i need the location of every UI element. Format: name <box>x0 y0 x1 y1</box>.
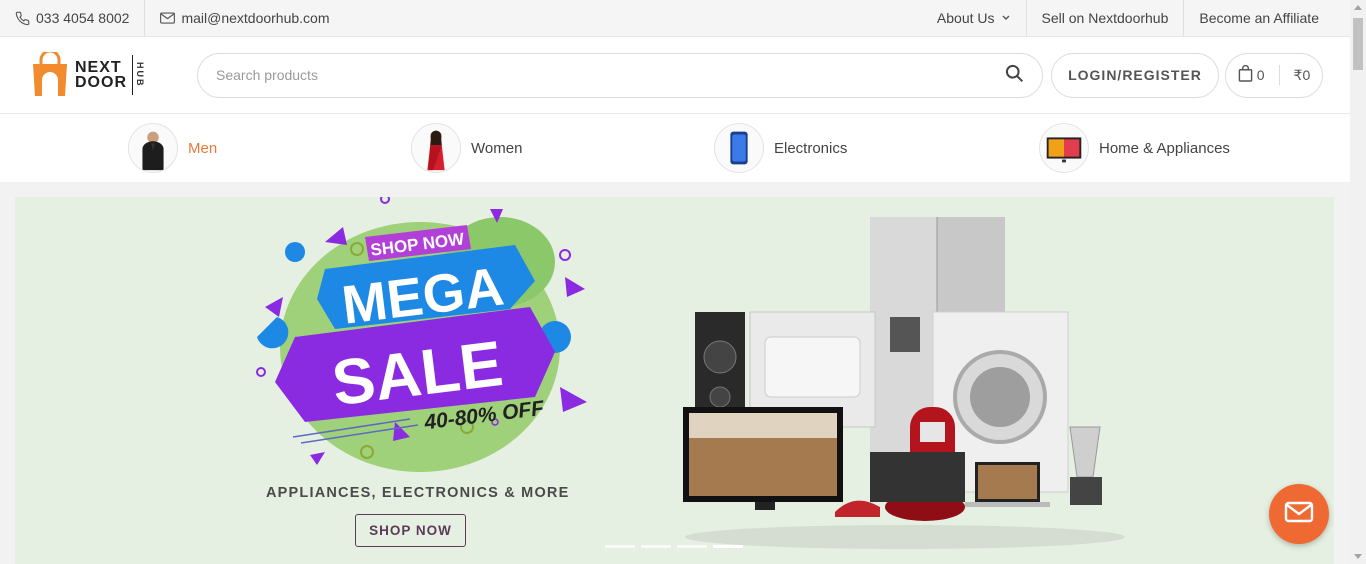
logo-line-next: NEXT <box>75 59 122 76</box>
hero-banner[interactable]: SHOP NOW MEGA SALE 40-80% OFF APPLIANCES… <box>15 197 1334 564</box>
banner-tagline: APPLIANCES, ELECTRONICS & MORE <box>266 485 570 501</box>
slider-dots <box>605 545 743 548</box>
login-register-button[interactable]: LOGIN/REGISTER <box>1051 52 1219 98</box>
logo-hub: HUB <box>132 55 145 95</box>
category-label: Home & Appliances <box>1099 139 1230 157</box>
scrollbar-thumb[interactable] <box>1353 18 1363 70</box>
logo-wordmark: NEXT DOOR <box>75 59 127 91</box>
main-header: NEXT DOOR HUB LOGIN/REGISTER 0 <box>0 37 1350 114</box>
scroll-down-arrow[interactable] <box>1354 554 1362 559</box>
chevron-down-icon <box>1001 14 1011 22</box>
slider-dot[interactable] <box>641 545 671 548</box>
phone-icon <box>15 11 30 26</box>
hero-section: SHOP NOW MEGA SALE 40-80% OFF APPLIANCES… <box>0 182 1350 564</box>
cart-count: 0 <box>1256 67 1265 83</box>
sell-link[interactable]: Sell on Nextdoorhub <box>1027 0 1185 36</box>
category-bar: Men Women Electronics Home & Appliances <box>0 114 1350 182</box>
mail-icon <box>1284 501 1314 528</box>
category-label: Men <box>188 139 218 157</box>
slider-dot[interactable] <box>605 545 635 548</box>
cart-total: ₹0 <box>1293 66 1311 83</box>
category-men[interactable]: Men <box>128 123 217 173</box>
page: 033 4054 8002 mail@nextdoorhub.com About… <box>0 0 1350 564</box>
scroll-up-arrow[interactable] <box>1354 5 1362 10</box>
tv-thumbnail <box>1039 123 1089 173</box>
chat-button[interactable] <box>1269 484 1329 544</box>
affiliate-link[interactable]: Become an Affiliate <box>1184 0 1350 36</box>
about-us-label: About Us <box>936 10 995 26</box>
men-thumbnail <box>128 123 178 173</box>
logo-line-door: DOOR <box>75 74 127 91</box>
top-bar: 033 4054 8002 mail@nextdoorhub.com About… <box>0 0 1350 37</box>
logo-bag-icon <box>33 52 67 96</box>
category-electronics[interactable]: Electronics <box>714 123 847 173</box>
cart-button[interactable]: 0 ₹0 <box>1225 52 1323 98</box>
about-us-menu[interactable]: About Us <box>922 0 1027 36</box>
phone-number: 033 4054 8002 <box>36 10 130 26</box>
site-logo[interactable]: NEXT DOOR HUB <box>31 52 181 98</box>
shopping-bag-icon <box>1238 64 1253 85</box>
phone-contact[interactable]: 033 4054 8002 <box>0 0 146 36</box>
email-contact[interactable]: mail@nextdoorhub.com <box>145 0 344 36</box>
category-home-appliances[interactable]: Home & Appliances <box>1039 123 1230 173</box>
page-scrollbar[interactable] <box>1350 0 1366 564</box>
women-thumbnail <box>411 123 461 173</box>
slider-dot[interactable] <box>677 545 707 548</box>
shop-now-button[interactable]: SHOP NOW <box>355 514 466 547</box>
category-women[interactable]: Women <box>411 123 522 173</box>
slider-dot-active[interactable] <box>713 545 743 548</box>
affiliate-label: Become an Affiliate <box>1199 10 1319 26</box>
phone-thumbnail <box>714 123 764 173</box>
search-icon[interactable] <box>1004 63 1024 88</box>
category-label: Women <box>471 139 523 157</box>
search-bar <box>197 52 1043 98</box>
mega-sale-graphic: SHOP NOW MEGA SALE 40-80% OFF <box>256 197 587 472</box>
email-address: mail@nextdoorhub.com <box>181 10 330 26</box>
cart-divider <box>1278 65 1280 85</box>
search-input[interactable] <box>216 67 976 83</box>
sell-label: Sell on Nextdoorhub <box>1041 10 1169 26</box>
mail-icon <box>160 12 176 24</box>
appliances-image <box>683 217 1125 549</box>
category-label: Electronics <box>774 139 848 157</box>
